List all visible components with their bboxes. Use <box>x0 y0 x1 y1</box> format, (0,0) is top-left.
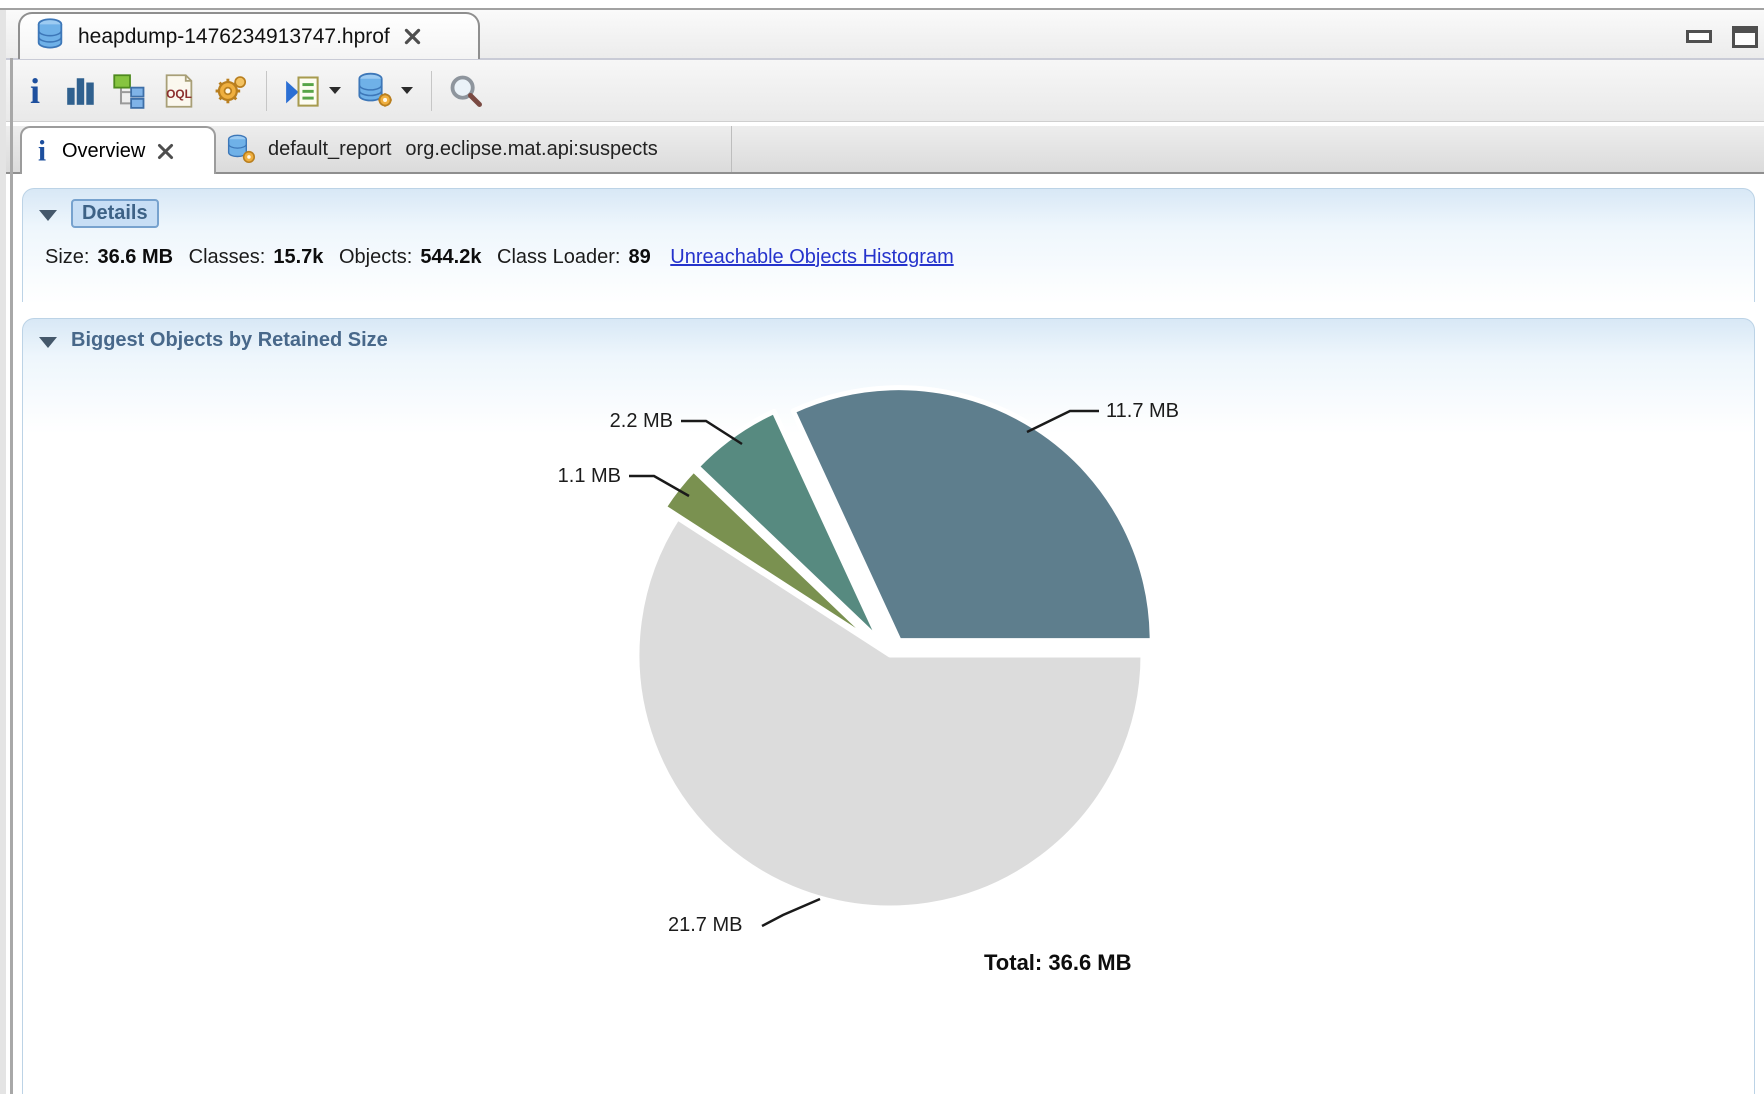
pie-slice-label: 11.7 MB <box>1106 400 1179 422</box>
pie-total-label: Total: 36.6 MB <box>984 950 1132 975</box>
info-icon: i <box>38 137 46 165</box>
pie-slice-label: 21.7 MB <box>668 914 743 936</box>
tab-overview-close-icon[interactable] <box>157 143 174 160</box>
pie-slice-label: 1.1 MB <box>557 465 621 487</box>
pie-slice-label: 2.2 MB <box>609 410 673 432</box>
heap-database-icon <box>34 17 66 56</box>
tab-default-report-label: default_report <box>268 137 392 160</box>
tab-default-report-sublabel: org.eclipse.mat.api:suspects <box>405 137 658 160</box>
editor-tab[interactable]: heapdump-1476234913747.hprof <box>18 12 480 59</box>
editor-tab-close-icon[interactable] <box>404 28 421 45</box>
pie-leader-line <box>761 897 821 928</box>
tab-overview-label: Overview <box>62 139 146 162</box>
tab-overview[interactable]: i Overview <box>20 126 216 174</box>
report-database-icon <box>227 134 256 164</box>
tab-default-report[interactable]: default_report org.eclipse.mat.api:suspe… <box>216 126 732 172</box>
editor-tab-title: heapdump-1476234913747.hprof <box>78 24 390 48</box>
